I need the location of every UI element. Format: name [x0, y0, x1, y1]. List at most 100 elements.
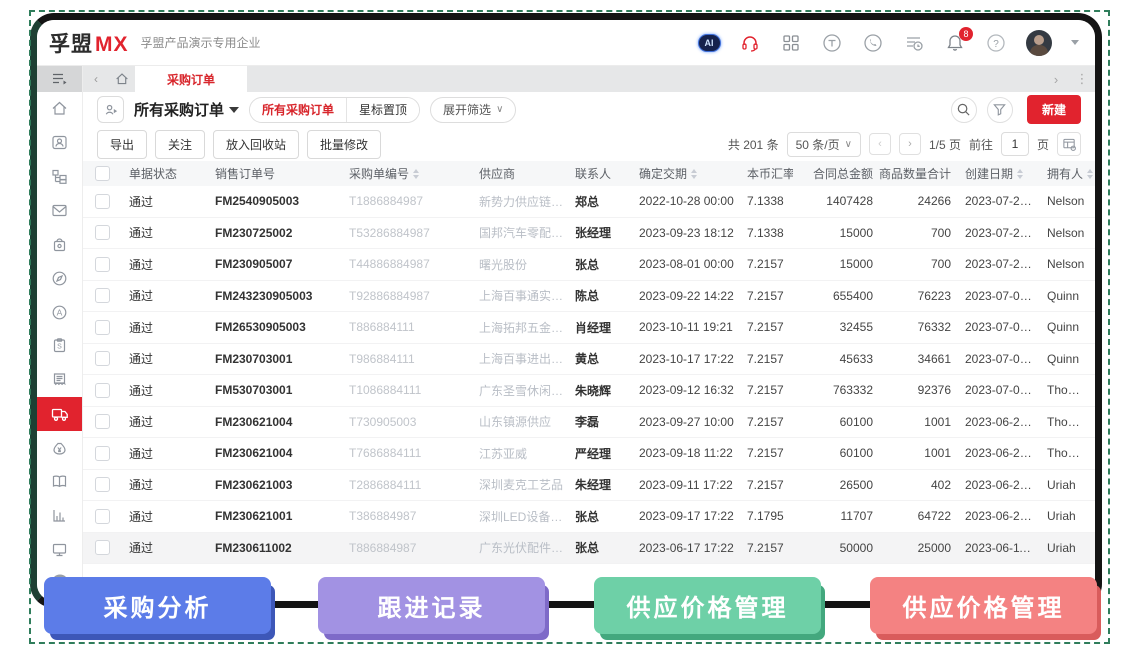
view-title[interactable]: 所有采购订单: [134, 99, 239, 120]
headset-icon[interactable]: [739, 32, 761, 54]
cell-purchase_no: T2886884111: [349, 478, 479, 492]
purchase-analysis-button[interactable]: 采购分析: [44, 577, 271, 634]
follow-button[interactable]: 关注: [155, 130, 205, 159]
cell-qty: 700: [879, 226, 957, 240]
new-button[interactable]: 新建: [1027, 95, 1081, 124]
ledger-icon[interactable]: [37, 465, 82, 499]
shopping-bag-icon[interactable]: [37, 227, 82, 261]
table-row[interactable]: 通过FM243230905003T92886884987上海百事通实业有...陈…: [83, 281, 1095, 313]
table-row[interactable]: 通过FM530703001T1086884111广东圣雪休闲用品...朱晓辉20…: [83, 375, 1095, 407]
column-header-owner[interactable]: 拥有人: [1047, 165, 1095, 182]
task-list-icon[interactable]: [903, 32, 925, 54]
recycle-bin-button[interactable]: 放入回收站: [213, 130, 299, 159]
row-checkbox[interactable]: [95, 383, 129, 398]
next-page-button[interactable]: ›: [899, 133, 921, 155]
row-checkbox[interactable]: [95, 540, 129, 555]
prev-page-button[interactable]: ‹: [869, 133, 891, 155]
page-size-select[interactable]: 50 条/页 ∨: [787, 132, 861, 157]
org-structure-icon[interactable]: [37, 160, 82, 194]
table-row[interactable]: 通过FM230611002T886884987广东光伏配件有限...张总2023…: [83, 533, 1095, 565]
select-all-checkbox[interactable]: [95, 166, 129, 181]
cell-supplier: 新势力供应链公司: [479, 193, 575, 210]
supply-price-management-button-red[interactable]: 供应价格管理: [870, 577, 1097, 634]
sort-icon[interactable]: [691, 169, 697, 179]
truck-icon[interactable]: [37, 397, 82, 431]
supply-price-management-button-green[interactable]: 供应价格管理: [594, 577, 821, 634]
row-checkbox[interactable]: [95, 320, 129, 335]
cell-status: 通过: [129, 319, 215, 336]
menu-collapse-icon[interactable]: [37, 66, 82, 92]
contacts-icon[interactable]: [37, 126, 82, 160]
cell-owner: Uriah: [1047, 478, 1095, 492]
tab-purchase-orders[interactable]: 采购订单: [135, 66, 247, 92]
cell-created: 2023-07-03 14:...: [965, 289, 1041, 303]
apps-grid-icon[interactable]: [780, 32, 802, 54]
row-checkbox[interactable]: [95, 509, 129, 524]
row-checkbox[interactable]: [95, 446, 129, 461]
cell-created: 2023-07-28 13:...: [965, 226, 1041, 240]
cell-status: 通过: [129, 539, 215, 556]
sort-icon[interactable]: [1017, 169, 1023, 179]
search-icon[interactable]: [951, 97, 977, 123]
export-button[interactable]: 导出: [97, 130, 147, 159]
monitor-icon[interactable]: [37, 532, 82, 566]
table-row[interactable]: 通过FM26530905003T886884111上海拓邦五金配件...肖经理2…: [83, 312, 1095, 344]
sort-icon[interactable]: [1087, 169, 1093, 179]
table-row[interactable]: 通过FM230621001T386884987深圳LED设备有限...张总202…: [83, 501, 1095, 533]
table-row[interactable]: 通过FM230621003T2886884111深圳麦克工艺品朱经理2023-0…: [83, 470, 1095, 502]
translate-icon[interactable]: [821, 32, 843, 54]
row-checkbox[interactable]: [95, 257, 129, 272]
column-header-created[interactable]: 创建日期: [965, 165, 1041, 182]
invoice-icon[interactable]: [37, 363, 82, 397]
row-checkbox[interactable]: [95, 225, 129, 240]
table-row[interactable]: 通过FM230703001T986884111上海百事进出口有...黄总2023…: [83, 344, 1095, 376]
page-indicator: 1/5 页: [929, 136, 961, 153]
column-settings-icon[interactable]: [1057, 132, 1081, 156]
table-row[interactable]: 通过FM230621004T7686884111江苏亚威严经理2023-09-1…: [83, 438, 1095, 470]
bar-chart-icon[interactable]: [37, 498, 82, 532]
tab-forward-icon[interactable]: ›: [1043, 66, 1069, 92]
table-row[interactable]: 通过FM230725002T53286884987国邦汽车零配件有...张经理2…: [83, 218, 1095, 250]
sort-icon[interactable]: [413, 169, 419, 179]
pill-expand-filter[interactable]: 展开筛选 ∨: [430, 97, 516, 123]
row-checkbox[interactable]: [95, 194, 129, 209]
cell-contact: 陈总: [575, 287, 639, 304]
tab-home-icon[interactable]: [109, 66, 135, 92]
compass-icon[interactable]: [37, 261, 82, 295]
column-header-purchase_no[interactable]: 采购单编号: [349, 165, 479, 182]
cell-supplier: 上海百事进出口有...: [479, 350, 575, 367]
user-avatar[interactable]: [1026, 30, 1052, 56]
bell-icon[interactable]: 8: [944, 32, 966, 54]
mail-icon[interactable]: [37, 194, 82, 228]
filter-funnel-icon[interactable]: [987, 97, 1013, 123]
moneybag-icon[interactable]: [37, 431, 82, 465]
tab-more-icon[interactable]: ⋮: [1069, 66, 1095, 92]
pill-star-pinned[interactable]: 星标置顶: [346, 98, 419, 122]
pill-all-purchase-orders[interactable]: 所有采购订单: [250, 98, 346, 122]
column-header-delivery[interactable]: 确定交期: [639, 165, 747, 182]
goto-page-input[interactable]: [1001, 132, 1029, 156]
phone-icon[interactable]: [862, 32, 884, 54]
tab-back-icon[interactable]: ‹: [83, 66, 109, 92]
cell-contact: 张总: [575, 256, 639, 273]
row-checkbox[interactable]: [95, 288, 129, 303]
table-row[interactable]: 通过FM230905007T44886884987曙光股份张总2023-08-0…: [83, 249, 1095, 281]
table-row[interactable]: 通过FM2540905003T1886884987新势力供应链公司郑总2022-…: [83, 186, 1095, 218]
help-icon[interactable]: ?: [985, 32, 1007, 54]
cell-delivery: 2023-08-01 00:00: [639, 257, 747, 271]
row-checkbox[interactable]: [95, 414, 129, 429]
batch-edit-button[interactable]: 批量修改: [307, 130, 381, 159]
ai-assistant-icon[interactable]: AI: [698, 32, 720, 54]
row-checkbox[interactable]: [95, 477, 129, 492]
view-owner-icon[interactable]: [97, 96, 124, 123]
cell-status: 通过: [129, 508, 215, 525]
cell-supplier: 江苏亚威: [479, 445, 575, 462]
chevron-down-icon[interactable]: [1071, 40, 1079, 45]
clipboard-icon[interactable]: S: [37, 329, 82, 363]
table-row[interactable]: 通过FM230621004T730905003山东镇源供应李磊2023-09-2…: [83, 407, 1095, 439]
cell-delivery: 2023-09-27 10:00: [639, 415, 747, 429]
follow-up-records-button[interactable]: 跟进记录: [318, 577, 545, 634]
home-icon[interactable]: [37, 92, 82, 126]
row-checkbox[interactable]: [95, 351, 129, 366]
marketing-icon[interactable]: A: [37, 295, 82, 329]
